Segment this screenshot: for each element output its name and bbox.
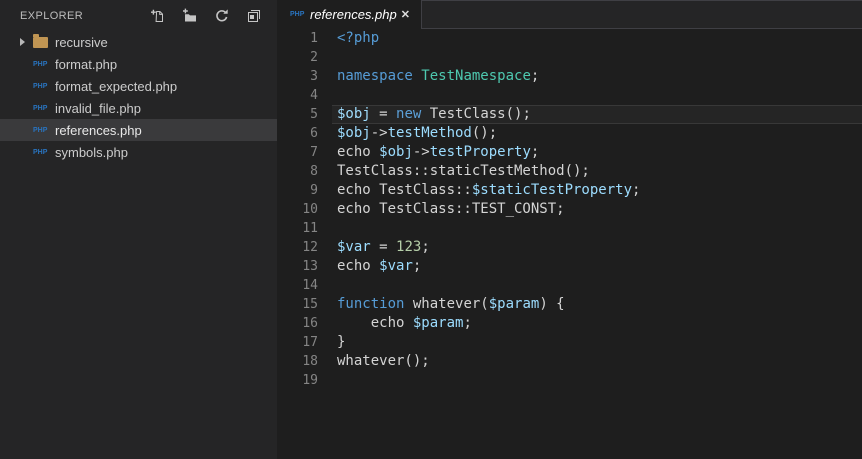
code-line-4[interactable]: 4 — [277, 86, 862, 105]
code-line-15[interactable]: 15 function whatever($param) { — [277, 295, 862, 314]
explorer-sidebar: EXPLORER recursive PHP format.php PHP fo… — [0, 0, 277, 459]
explorer-actions — [150, 8, 262, 24]
new-folder-icon — [183, 8, 196, 21]
tab-label: references.php — [310, 7, 397, 22]
file-item-format-php[interactable]: PHP format.php — [0, 53, 277, 75]
code-text: echo TestClass::$staticTestProperty; — [337, 182, 641, 198]
code-text: TestClass::staticTestMethod(); — [337, 163, 590, 179]
code-line-18[interactable]: 18 whatever(); — [277, 352, 862, 371]
code-text: <?php — [337, 30, 380, 46]
code-text: echo $var; — [337, 258, 422, 274]
file-item-format-expected-php[interactable]: PHP format_expected.php — [0, 75, 277, 97]
line-number: 16 — [302, 316, 318, 331]
php-file-icon: PHP — [33, 60, 48, 68]
code-line-7[interactable]: 7 echo $obj->testProperty; — [277, 143, 862, 162]
file-item-symbols-php[interactable]: PHP symbols.php — [0, 141, 277, 163]
collapse-all-icon — [248, 9, 260, 22]
code-line-3[interactable]: 3 namespace TestNamespace; — [277, 67, 862, 86]
code-lines: 1 <?php 2 3 namespace TestNamespace; 4 5 $obj =… — [277, 29, 862, 390]
file-label: format_expected.php — [55, 78, 178, 94]
line-number: 1 — [310, 31, 318, 46]
code-line-19[interactable]: 19 — [277, 371, 862, 390]
line-number: 15 — [302, 297, 318, 312]
file-item-invalid-file-php[interactable]: PHP invalid_file.php — [0, 97, 277, 119]
close-icon[interactable]: ✕ — [398, 7, 413, 22]
line-number: 14 — [302, 278, 318, 293]
collapse-all-button[interactable] — [246, 8, 262, 24]
code-line-2[interactable]: 2 — [277, 48, 862, 67]
line-number: 12 — [302, 240, 318, 255]
line-number: 6 — [310, 126, 318, 141]
new-folder-button[interactable] — [182, 8, 198, 24]
php-file-icon: PHP — [290, 11, 305, 18]
code-line-10[interactable]: 10 echo TestClass::TEST_CONST; — [277, 200, 862, 219]
code-text: echo $param; — [337, 315, 472, 331]
code-text: namespace TestNamespace; — [337, 68, 540, 84]
code-line-11[interactable]: 11 — [277, 219, 862, 238]
line-number: 7 — [310, 145, 318, 160]
code-text: $obj->testMethod(); — [337, 125, 498, 141]
refresh-icon — [216, 8, 228, 21]
line-number: 10 — [302, 202, 318, 217]
editor-area: PHP references.php ✕ 1 <?php 2 3 namespace T… — [277, 0, 862, 459]
file-label: format.php — [55, 56, 118, 72]
code-text: whatever(); — [337, 353, 430, 369]
code-text: $obj = new TestClass(); — [337, 106, 531, 122]
chevron-right-icon — [20, 38, 25, 46]
line-number: 8 — [310, 164, 318, 179]
folder-icon — [33, 34, 48, 48]
file-label: references.php — [55, 122, 142, 138]
line-number: 5 — [310, 107, 318, 122]
line-number: 13 — [302, 259, 318, 274]
code-line-13[interactable]: 13 echo $var; — [277, 257, 862, 276]
code-line-5[interactable]: 5 $obj = new TestClass(); — [277, 105, 862, 124]
code-line-17[interactable]: 17} — [277, 333, 862, 352]
file-list: recursive PHP format.php PHP format_expected… — [0, 31, 277, 459]
php-file-icon: PHP — [33, 148, 48, 156]
refresh-button[interactable] — [214, 8, 230, 24]
code-line-9[interactable]: 9 echo TestClass::$staticTestProperty; — [277, 181, 862, 200]
file-label: symbols.php — [55, 144, 128, 160]
line-number: 19 — [302, 373, 318, 388]
new-file-icon — [151, 9, 163, 22]
chevron-slot — [20, 38, 33, 46]
line-number: 9 — [310, 183, 318, 198]
line-number: 11 — [302, 221, 318, 236]
line-number: 4 — [310, 88, 318, 103]
folder-item-recursive[interactable]: recursive — [0, 31, 277, 53]
code-line-8[interactable]: 8 TestClass::staticTestMethod(); — [277, 162, 862, 181]
code-text: echo $obj->testProperty; — [337, 144, 540, 160]
line-number: 3 — [310, 69, 318, 84]
php-file-icon: PHP — [33, 104, 48, 112]
code-text: } — [337, 334, 346, 350]
vscode-window: EXPLORER recursive PHP format.php PHP fo… — [0, 0, 862, 459]
code-line-1[interactable]: 1 <?php — [277, 29, 862, 48]
code-text: $var = 123; — [337, 239, 430, 255]
php-file-icon: PHP — [33, 126, 48, 134]
file-item-references-php[interactable]: PHP references.php — [0, 119, 277, 141]
code-text: function whatever($param) { — [337, 296, 565, 312]
tab-bar: PHP references.php ✕ — [277, 0, 862, 29]
explorer-title: EXPLORER — [20, 9, 84, 22]
new-file-button[interactable] — [150, 8, 166, 24]
explorer-header: EXPLORER — [0, 0, 277, 31]
code-line-16[interactable]: 16 echo $param; — [277, 314, 862, 333]
code-line-14[interactable]: 14 — [277, 276, 862, 295]
tab-bar-empty — [421, 0, 862, 29]
line-number: 2 — [310, 50, 318, 65]
code-line-6[interactable]: 6 $obj->testMethod(); — [277, 124, 862, 143]
code-line-12[interactable]: 12 $var = 123; — [277, 238, 862, 257]
php-file-icon: PHP — [33, 82, 48, 90]
line-number: 17 — [302, 335, 318, 350]
file-label: invalid_file.php — [55, 100, 142, 116]
line-number: 18 — [302, 354, 318, 369]
code-editor[interactable]: 1 <?php 2 3 namespace TestNamespace; 4 5 $obj =… — [277, 29, 862, 459]
file-label: recursive — [55, 34, 108, 50]
tab-references-php[interactable]: PHP references.php ✕ — [277, 0, 421, 29]
code-text: echo TestClass::TEST_CONST; — [337, 201, 565, 217]
